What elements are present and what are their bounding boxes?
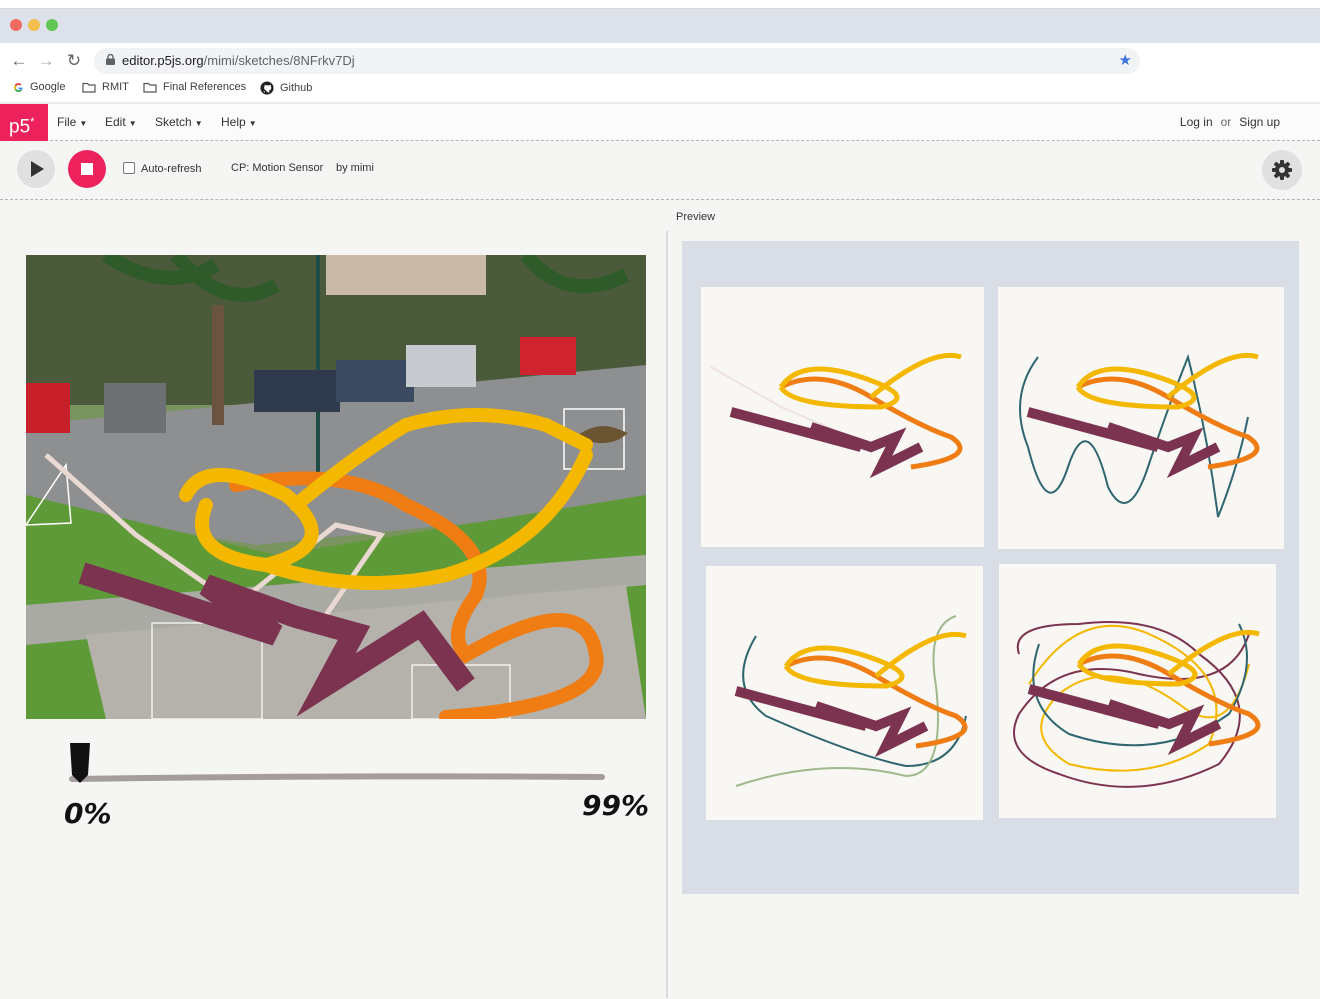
slider-track[interactable] — [60, 739, 650, 799]
browser-toolbar: ← → ↻ editor.p5js.org/mimi/sketches/8NFr… — [0, 43, 1320, 101]
browser-window: ← → ↻ editor.p5js.org/mimi/sketches/8NFr… — [0, 8, 1320, 999]
signup-link[interactable]: Sign up — [1239, 115, 1280, 129]
play-button[interactable] — [17, 150, 55, 188]
sketch-controls: Auto-refresh CP: Motion Sensor by mimi — [0, 142, 1320, 200]
p5-logo[interactable]: p5* — [0, 104, 48, 141]
auto-refresh-checkbox[interactable] — [123, 162, 135, 174]
menu-edit[interactable]: Edit ▼ — [105, 115, 137, 129]
auth-links: Log in or Sign up — [1179, 115, 1280, 129]
settings-button[interactable] — [1262, 150, 1302, 190]
lock-icon — [106, 54, 115, 65]
forward-icon[interactable]: → — [35, 50, 57, 72]
bookmark-folder-final-references[interactable]: Final References — [143, 81, 246, 93]
stop-button[interactable] — [68, 150, 106, 188]
folder-icon — [82, 82, 96, 93]
preview-canvas[interactable] — [682, 241, 1299, 894]
caret-down-icon: ▼ — [128, 119, 137, 128]
pane-divider[interactable] — [666, 231, 668, 998]
slider-min-label: 0% — [64, 797, 112, 830]
google-icon — [14, 82, 23, 92]
close-window-button[interactable] — [10, 19, 22, 31]
slider-max-label: 99% — [582, 789, 650, 822]
output-card-3 — [706, 566, 983, 820]
maximize-window-button[interactable] — [46, 19, 58, 31]
caret-down-icon: ▼ — [194, 119, 203, 128]
github-icon — [260, 81, 274, 95]
address-bar[interactable]: editor.p5js.org/mimi/sketches/8NFrkv7Dj … — [94, 48, 1140, 74]
output-card-4 — [999, 564, 1276, 818]
bookmark-github[interactable]: Github — [260, 81, 312, 95]
camera-canvas[interactable] — [26, 255, 646, 719]
url-text: editor.p5js.org/mimi/sketches/8NFrkv7Dj — [122, 53, 355, 68]
threshold-slider[interactable]: 0% 99% — [60, 739, 650, 839]
minimize-window-button[interactable] — [28, 19, 40, 31]
output-card-2 — [998, 287, 1284, 549]
bookmark-folder-rmit[interactable]: RMIT — [82, 81, 129, 93]
title-bar — [0, 9, 1320, 43]
bookmark-google[interactable]: Google — [13, 81, 65, 93]
output-card-1 — [701, 287, 984, 547]
caret-down-icon: ▼ — [248, 119, 257, 128]
caret-down-icon: ▼ — [79, 119, 88, 128]
gear-icon — [1272, 160, 1292, 180]
bookmarks-bar: Google RMIT Final References Github — [0, 79, 1320, 99]
menu-sketch[interactable]: Sketch ▼ — [155, 115, 203, 129]
back-icon[interactable]: ← — [8, 50, 30, 72]
p5-header: p5* File ▼ Edit ▼ Sketch ▼ Help ▼ Log in or Si… — [0, 103, 1320, 141]
folder-icon — [143, 82, 157, 93]
login-link[interactable]: Log in — [1180, 115, 1213, 129]
reload-icon[interactable]: ↻ — [63, 50, 85, 72]
star-icon[interactable]: ★ — [1119, 51, 1132, 69]
sketch-author: by mimi — [336, 162, 374, 174]
menu-file[interactable]: File ▼ — [57, 115, 87, 129]
menu-help[interactable]: Help ▼ — [221, 115, 257, 129]
sketch-name[interactable]: CP: Motion Sensor — [231, 162, 323, 174]
preview-label: Preview — [676, 211, 716, 223]
auto-refresh-label: Auto-refresh — [141, 163, 202, 175]
